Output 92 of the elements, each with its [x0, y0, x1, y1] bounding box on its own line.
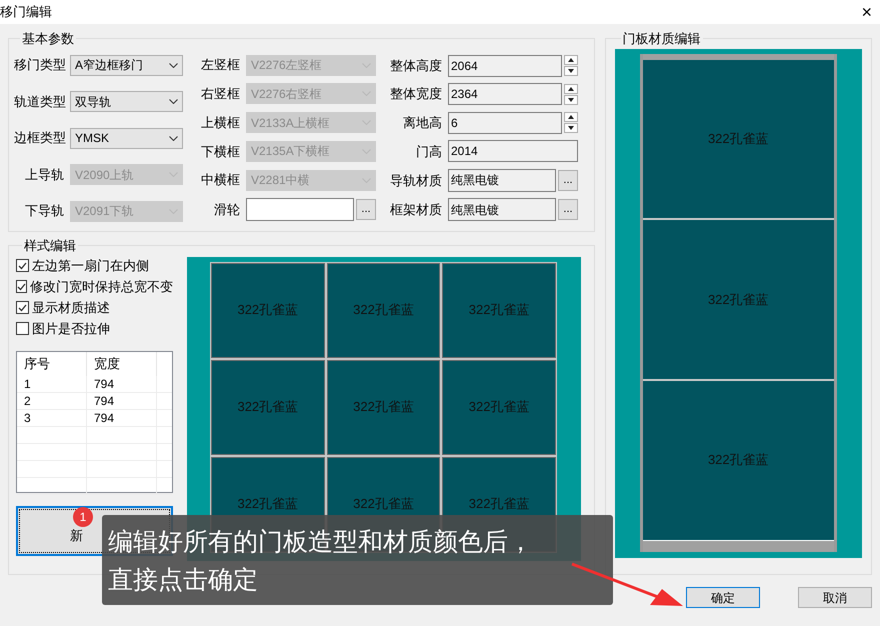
number-value: 2064 — [451, 58, 478, 74]
field-label: 右竖框 — [200, 85, 240, 104]
field-label: 门高 — [415, 142, 442, 161]
dropdown-value: V2276右竖框 — [251, 86, 322, 103]
dropdown-value: V2091下轨 — [75, 203, 134, 220]
dropdown-value: V2276左竖框 — [251, 57, 322, 74]
check-icon — [17, 282, 26, 290]
text-field[interactable]: 纯黑电镀 — [448, 198, 556, 222]
door-panel: 322孔雀蓝 — [211, 262, 325, 358]
door-panel: 322孔雀蓝 — [442, 262, 556, 358]
number-value: 2364 — [451, 86, 478, 104]
column-header[interactable]: 序号 — [17, 352, 87, 376]
door-panel: 322孔雀蓝 — [642, 220, 834, 379]
field-label: 移门类型 — [14, 56, 64, 74]
dropdown-value: A窄边框移门 — [75, 57, 144, 74]
check-icon — [18, 304, 27, 312]
field-label: 整体宽度 — [390, 85, 442, 104]
table-cell-text: 794 — [94, 410, 114, 426]
door-panel: 322孔雀蓝 — [326, 262, 440, 358]
dropdown-value: V2281中横 — [251, 172, 310, 190]
checkbox-label: 显示材质描述 — [32, 298, 110, 317]
chevron-down-icon — [169, 99, 178, 104]
spin-down-icon[interactable] — [564, 66, 578, 76]
door-panel: 322孔雀蓝 — [642, 380, 834, 540]
dropdown[interactable]: A窄边框移门 — [70, 54, 183, 76]
browse-button[interactable]: ... — [558, 199, 578, 220]
checkbox-label: 左边第一扇门在内侧 — [32, 256, 149, 275]
field-label: 上导轨 — [24, 166, 64, 184]
door-panel: 322孔雀蓝 — [211, 360, 325, 454]
close-button[interactable]: × — [861, 3, 872, 21]
number-value: 6 — [451, 114, 458, 132]
table-cell-text: 1 — [24, 376, 31, 392]
browse-button[interactable]: ... — [356, 199, 376, 220]
arrow-icon — [570, 561, 685, 609]
dropdown-value: V2135A下横框 — [251, 143, 330, 160]
door-panel: 322孔雀蓝 — [642, 60, 834, 218]
checkbox-label: 图片是否拉伸 — [32, 320, 110, 338]
field-value: 纯黑电镀 — [451, 172, 499, 190]
window-title: 移门编辑 — [0, 3, 52, 22]
table-cell-text: 3 — [24, 410, 31, 426]
field-label: 中横框 — [200, 171, 240, 190]
field-value: 2014 — [451, 143, 478, 160]
tip-text: 直接点击确定 — [108, 565, 259, 596]
field-label: 边框类型 — [14, 129, 64, 148]
chevron-down-icon — [169, 62, 178, 68]
checkbox[interactable] — [16, 322, 29, 335]
field-label: 离地高 — [402, 114, 442, 132]
field-label: 框架材质 — [390, 201, 442, 220]
field-label: 下导轨 — [24, 202, 64, 220]
table-cell-text: 794 — [94, 392, 114, 410]
door-panel: 322孔雀蓝 — [442, 360, 556, 454]
field-label: 下横框 — [200, 142, 240, 161]
group-title: 门板材质编辑 — [622, 30, 702, 48]
dropdown-value: 双导轨 — [75, 94, 111, 110]
checkbox[interactable] — [16, 259, 29, 272]
field-label: 滑轮 — [213, 201, 240, 220]
dialog-button[interactable]: 取消 — [798, 587, 872, 608]
number-field[interactable]: 2364 — [448, 83, 562, 106]
text-field[interactable]: 纯黑电镀 — [448, 168, 556, 192]
spin-up-icon[interactable] — [564, 84, 578, 94]
dropdown-value: YMSK — [75, 130, 110, 147]
door-panel: 322孔雀蓝 — [326, 360, 440, 454]
dialog-button[interactable]: 确定 — [686, 587, 760, 608]
text-field[interactable]: 2014 — [448, 140, 578, 162]
check-icon — [18, 262, 27, 270]
checkbox[interactable] — [16, 280, 27, 293]
checkbox[interactable] — [16, 301, 29, 314]
browse-button[interactable]: ... — [558, 170, 578, 191]
group-title: 基本参数 — [21, 30, 75, 48]
chevron-down-icon — [169, 136, 178, 140]
table-cell-text: 794 — [94, 376, 114, 392]
spin-down-icon[interactable] — [564, 94, 578, 105]
dropdown-value: V2090上轨 — [75, 166, 134, 184]
field-label: 左竖框 — [200, 56, 240, 74]
field-label: 导轨材质 — [390, 172, 442, 190]
field-label: 轨道类型 — [14, 92, 64, 111]
checkbox-label: 修改门宽时保持总宽不变 — [30, 278, 173, 296]
field-value: 纯黑电镀 — [451, 202, 499, 219]
spin-down-icon[interactable] — [564, 123, 578, 134]
field-label: 上横框 — [200, 114, 240, 132]
column-header[interactable]: 宽度 — [87, 352, 157, 376]
table-cell-text: 2 — [24, 392, 31, 410]
spin-up-icon[interactable] — [564, 55, 578, 65]
spin-up-icon[interactable] — [564, 112, 578, 122]
number-field[interactable]: 2064 — [448, 54, 562, 76]
dropdown[interactable]: 双导轨 — [70, 91, 183, 112]
dropdown-value: V2133A上横框 — [251, 114, 330, 132]
number-field[interactable]: 6 — [448, 112, 562, 134]
field-label: 整体高度 — [390, 56, 442, 75]
text-field[interactable] — [246, 198, 354, 222]
group-title: 样式编辑 — [23, 237, 77, 255]
dropdown[interactable]: YMSK — [70, 128, 183, 148]
